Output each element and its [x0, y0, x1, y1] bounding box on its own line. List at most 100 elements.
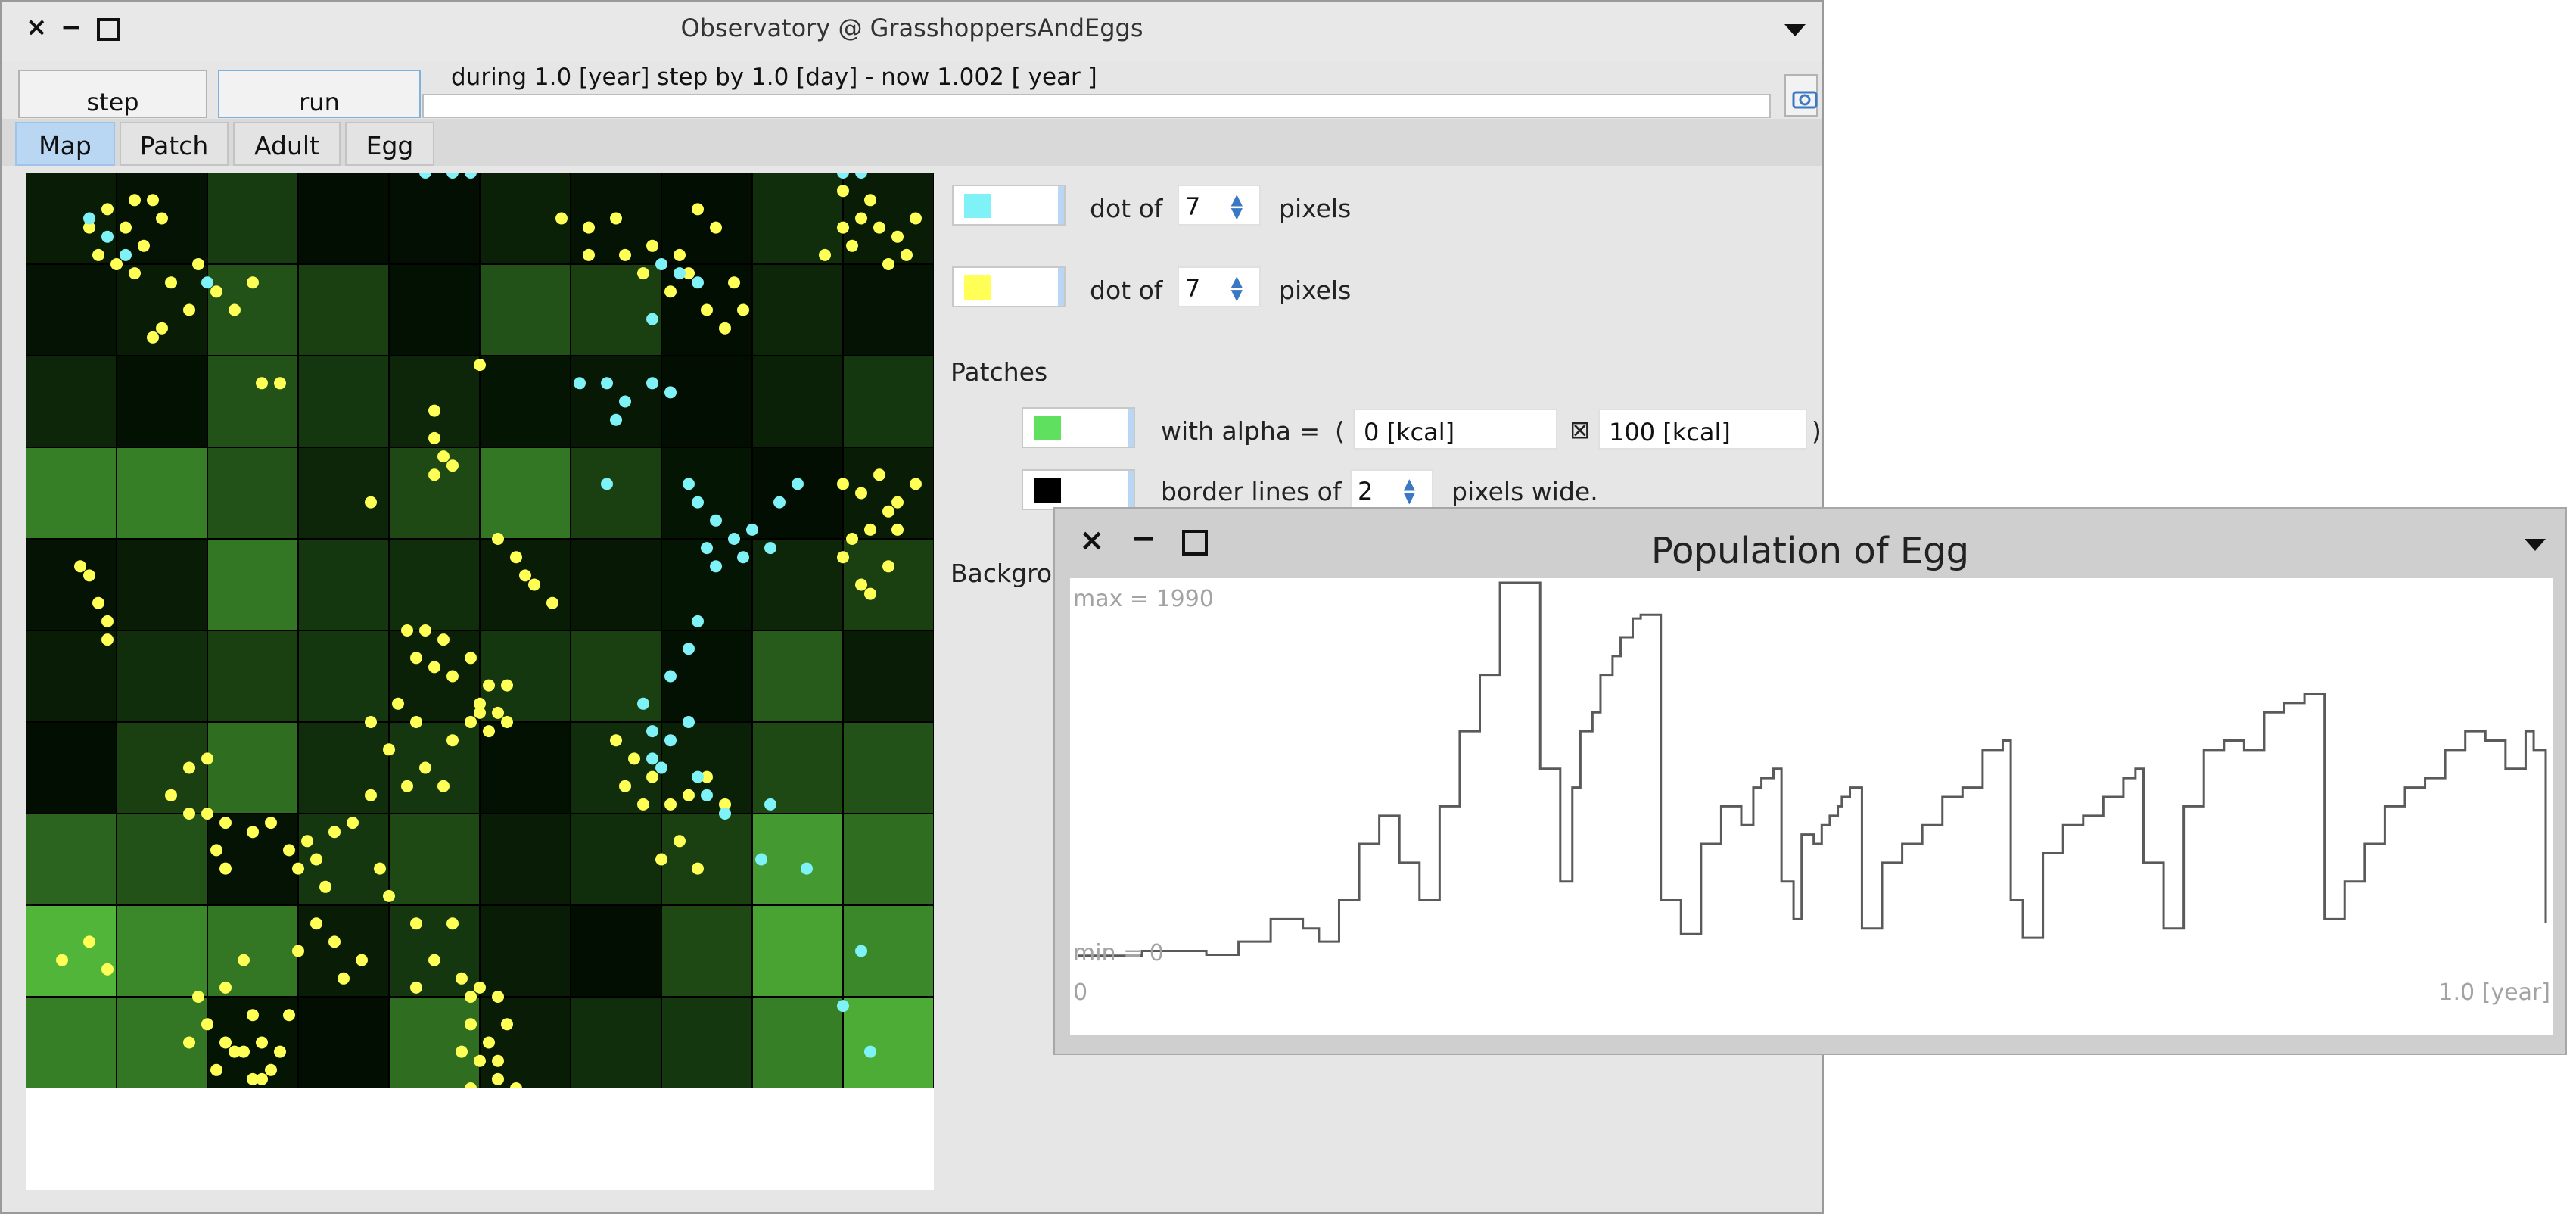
patch-cell	[388, 263, 481, 356]
adult-color-picker[interactable]	[952, 266, 1066, 307]
patch-color-chip	[1034, 416, 1061, 440]
patch-cell	[388, 996, 481, 1088]
adult-dot-size-spinner[interactable]: 7 ▲ ▼	[1178, 266, 1261, 307]
adult-dot	[873, 221, 885, 234]
adult-dot	[356, 954, 368, 966]
adult-dot	[74, 560, 86, 573]
adult-dot	[365, 716, 377, 728]
patch-cell	[297, 721, 390, 814]
patches-heading: Patches	[950, 357, 1048, 387]
egg-color-picker[interactable]	[952, 185, 1066, 226]
adult-dot	[583, 248, 595, 261]
alpha-min-field[interactable]: 0 [kcal]	[1353, 409, 1557, 450]
title-bar: × − Observatory @ GrasshoppersAndEggs	[2, 2, 1822, 62]
egg-dot	[792, 478, 804, 490]
camera-button[interactable]	[1784, 74, 1818, 117]
adult-dot	[855, 487, 867, 500]
egg-dot-unit: pixels	[1279, 194, 1352, 223]
x-end-label: 1.0 [year]	[2438, 979, 2550, 1006]
adult-dot	[864, 587, 876, 600]
egg-dot	[773, 496, 786, 509]
patch-cell	[479, 263, 571, 356]
window-menu-icon[interactable]	[1784, 24, 1806, 36]
adult-dot	[437, 450, 450, 463]
adult-dot	[719, 322, 731, 335]
patch-cell	[842, 263, 934, 356]
patch-cell	[297, 355, 390, 448]
adult-dot	[655, 853, 667, 866]
adult-dot	[901, 248, 913, 261]
window-menu-icon[interactable]	[2525, 539, 2546, 551]
egg-dot	[646, 377, 658, 390]
step-button[interactable]: step	[18, 70, 207, 118]
adult-dot	[165, 276, 177, 289]
adult-dot	[891, 523, 904, 536]
spinner-arrows-icon[interactable]: ▲ ▼	[1231, 273, 1243, 302]
tab-egg[interactable]: Egg	[345, 122, 434, 166]
adult-dot	[456, 1045, 468, 1058]
adult-dot	[456, 972, 468, 985]
adult-dot	[428, 431, 440, 444]
egg-dot	[755, 853, 767, 866]
patch-cell	[661, 173, 753, 265]
border-color-picker[interactable]	[1022, 469, 1135, 510]
alpha-max-field[interactable]: 100 [kcal]	[1598, 409, 1807, 450]
map-view[interactable]	[26, 173, 934, 1190]
adult-dot	[910, 212, 922, 225]
adult-dot	[882, 258, 894, 270]
patch-cell	[842, 355, 934, 448]
egg-dot	[646, 725, 658, 738]
patch-cell	[26, 173, 117, 265]
patch-cell	[570, 447, 662, 540]
adult-dot	[446, 670, 459, 683]
egg-dot	[764, 542, 776, 555]
patch-cell	[207, 538, 299, 631]
adult-dot	[110, 258, 123, 270]
adult-dot	[328, 826, 341, 839]
adult-dot	[201, 808, 213, 820]
tab-map[interactable]: Map	[15, 122, 115, 166]
spinner-arrows-icon[interactable]: ▲ ▼	[1231, 191, 1243, 220]
map-canvas[interactable]	[26, 173, 934, 1088]
adult-dot	[147, 331, 159, 344]
patch-cell	[479, 904, 571, 998]
patch-cell	[116, 355, 208, 448]
patch-color-picker[interactable]	[1022, 407, 1135, 448]
adult-dot	[846, 533, 858, 545]
adult-dot	[864, 523, 876, 536]
adult-dot	[120, 221, 132, 234]
adult-dot	[83, 569, 95, 582]
tab-patch[interactable]: Patch	[120, 122, 229, 166]
border-unit: pixels wide.	[1451, 477, 1598, 506]
egg-dot	[864, 1045, 876, 1058]
patch-cell	[479, 813, 571, 906]
adult-dot	[328, 935, 341, 948]
adult-dot	[619, 780, 631, 792]
adult-dot	[265, 817, 277, 829]
adult-dot	[891, 496, 904, 509]
adult-dot	[437, 780, 450, 792]
adult-dot	[56, 954, 68, 966]
adult-dot	[501, 1018, 513, 1031]
egg-dot-size-spinner[interactable]: 7 ▲ ▼	[1178, 185, 1261, 226]
egg-dot	[746, 523, 758, 536]
adult-dot	[465, 991, 477, 1003]
patch-cell	[661, 904, 753, 998]
adult-dot	[864, 194, 876, 207]
adult-dot	[247, 1009, 259, 1022]
egg-dot	[601, 478, 613, 490]
patch-cell	[570, 538, 662, 631]
border-width-spinner[interactable]: 2 ▲ ▼	[1350, 469, 1433, 510]
adult-dot	[219, 862, 232, 875]
spinner-arrows-icon[interactable]: ▲ ▼	[1404, 476, 1415, 505]
adult-dot	[664, 285, 677, 298]
adult-dot	[501, 679, 513, 692]
run-button[interactable]: run	[218, 70, 421, 118]
population-window: × − Population of Egg max = 1990 min = 0…	[1053, 507, 2567, 1055]
adult-dot	[837, 185, 849, 198]
tab-adult[interactable]: Adult	[233, 122, 341, 166]
adult-dot	[210, 844, 222, 857]
adult-color-chip	[964, 275, 991, 300]
patch-cell	[388, 813, 481, 906]
adult-dot	[129, 267, 141, 280]
